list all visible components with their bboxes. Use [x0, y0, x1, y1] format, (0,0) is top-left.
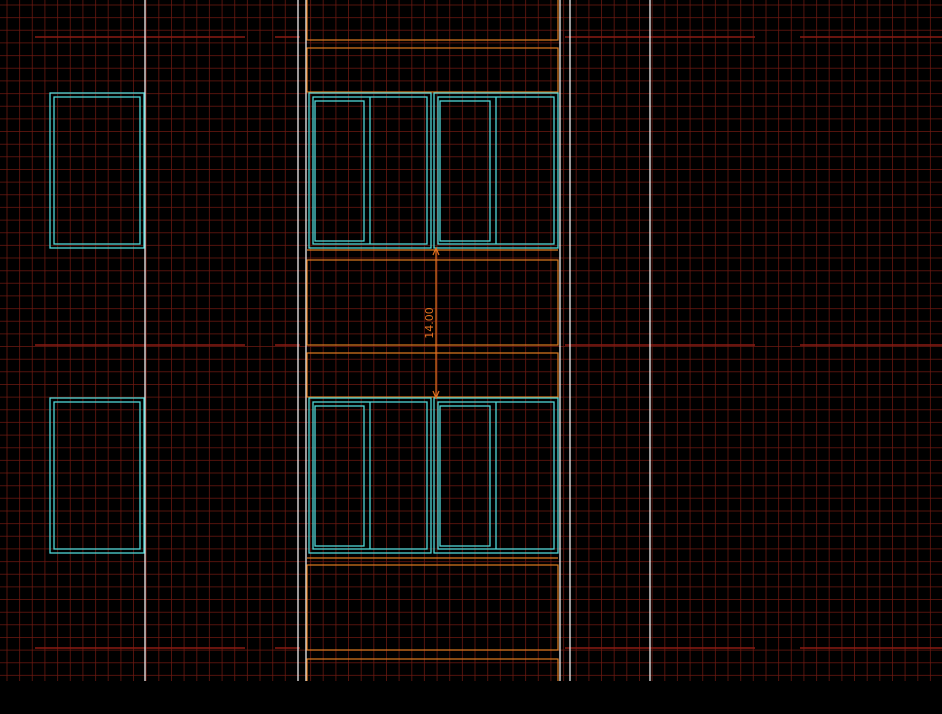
balcony-slabs	[306, 0, 559, 681]
cad-viewport[interactable]: 14.00	[0, 0, 942, 681]
drawing-canvas[interactable]: 14.00	[0, 0, 942, 681]
axis-lines	[144, 0, 651, 681]
grid-lines	[0, 0, 942, 681]
window-left-outer	[49, 397, 145, 554]
door-leaf	[314, 405, 365, 547]
slab-outline	[306, 0, 559, 41]
door-leaf	[439, 405, 491, 547]
status-bar	[0, 681, 942, 714]
dimension-text: 14.00	[423, 307, 436, 339]
window-left-inner	[53, 401, 141, 550]
window-left-outer	[49, 92, 145, 249]
slab-outline	[306, 47, 559, 93]
window-frames	[49, 92, 559, 554]
